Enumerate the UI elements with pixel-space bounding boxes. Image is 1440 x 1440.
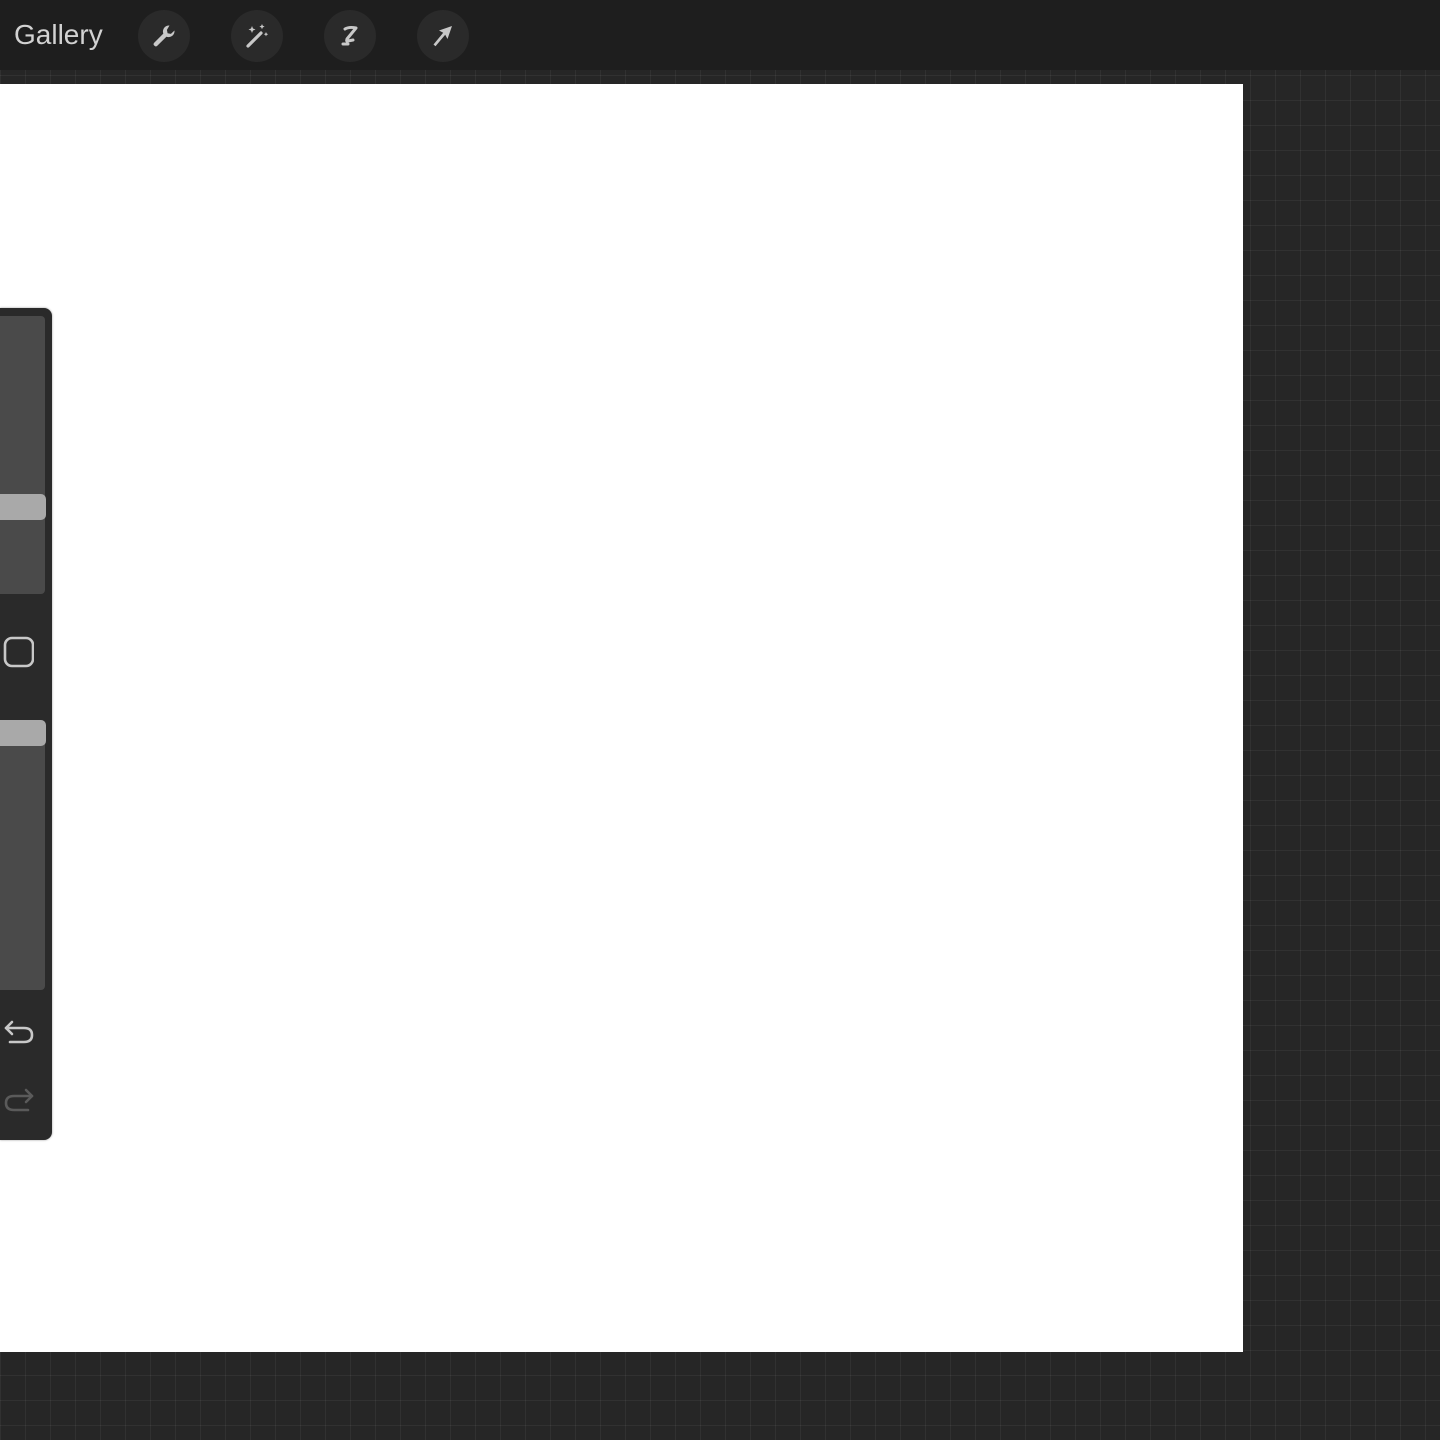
actions-button[interactable] <box>138 10 190 62</box>
drawing-canvas[interactable] <box>0 84 1243 1352</box>
redo-arrow-icon <box>2 1088 36 1118</box>
brush-size-thumb[interactable] <box>0 494 46 520</box>
selection-s-icon <box>335 21 365 51</box>
adjustments-button[interactable] <box>231 10 283 62</box>
undo-arrow-icon <box>2 1020 36 1050</box>
wrench-icon <box>149 21 179 51</box>
square-icon <box>2 636 35 672</box>
brush-sidebar <box>0 308 52 1140</box>
selection-button[interactable] <box>324 10 376 62</box>
arrow-cursor-icon <box>428 21 458 51</box>
opacity-slider[interactable] <box>0 720 46 990</box>
undo-button[interactable] <box>2 1016 36 1046</box>
modify-button[interactable] <box>2 636 35 668</box>
gallery-button[interactable]: Gallery <box>14 16 103 54</box>
opacity-thumb[interactable] <box>0 720 46 746</box>
transform-button[interactable] <box>417 10 469 62</box>
redo-button[interactable] <box>2 1084 36 1114</box>
top-toolbar: Gallery <box>0 0 1440 70</box>
brush-size-slider[interactable] <box>0 316 46 594</box>
magic-wand-icon <box>242 21 272 51</box>
